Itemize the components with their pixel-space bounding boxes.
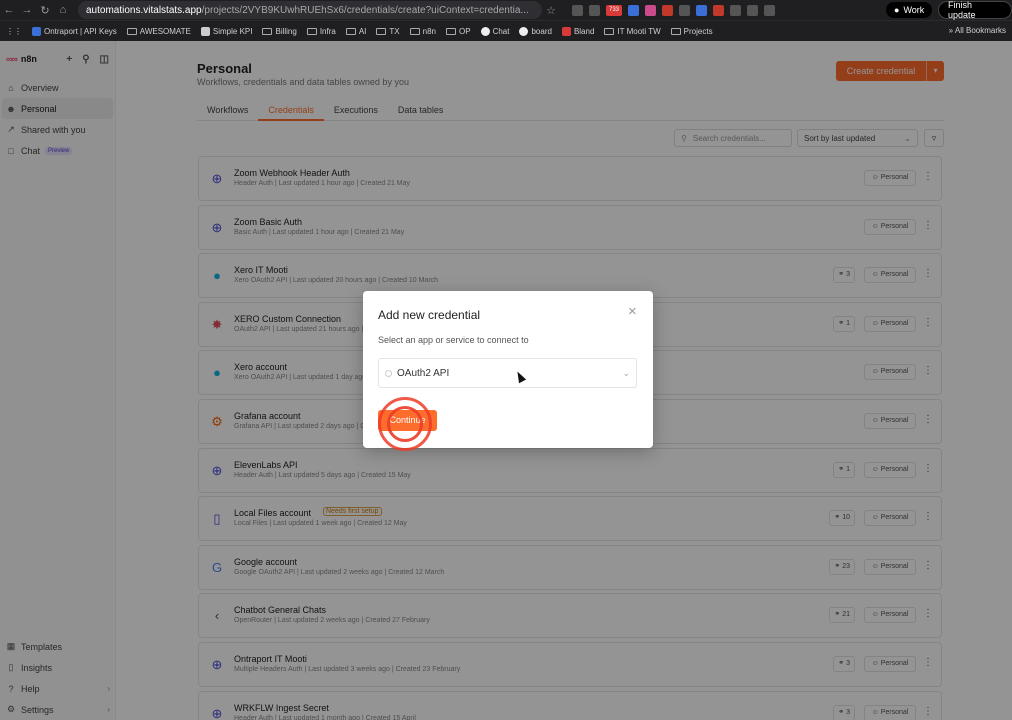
extension-icon[interactable] (679, 4, 690, 16)
extension-icon[interactable] (662, 4, 673, 16)
folder-icon (262, 27, 273, 35)
bookmarks-bar: ⋮⋮ Ontraport | API Keys AWESOMATE Simple… (0, 20, 1012, 41)
extension-icon[interactable] (628, 4, 639, 16)
oauth-icon (385, 369, 392, 377)
bookmark-item[interactable]: Billing (262, 26, 297, 36)
bookmark-favicon-icon (561, 26, 571, 36)
bookmark-favicon-icon (519, 26, 529, 36)
selected-value: OAuth2 API (397, 367, 450, 379)
extensions: 733 (572, 4, 775, 16)
all-bookmarks[interactable]: » All Bookmarks (949, 26, 1006, 35)
bookmark-star-icon[interactable]: ☆ (542, 4, 560, 17)
extension-icon[interactable] (747, 4, 758, 16)
bookmark-item[interactable]: Infra (306, 26, 336, 36)
extension-icon[interactable] (645, 4, 656, 16)
folder-icon (345, 27, 356, 35)
profile-avatar-icon: ● (894, 5, 900, 15)
folder-icon (376, 27, 387, 35)
profile-button[interactable]: ● Work (886, 2, 933, 18)
close-icon[interactable]: ✕ (628, 305, 637, 318)
bookmark-label: Bland (573, 26, 595, 36)
bookmark-favicon-icon (200, 26, 210, 36)
bookmark-label: Billing (275, 26, 297, 36)
url-path: /projects/2VYB9KUwhRUEhSx6/credentials/c… (201, 4, 529, 16)
home-icon[interactable]: ⌂ (54, 4, 72, 16)
extension-icon[interactable] (572, 4, 583, 16)
bookmark-label: Infra (319, 26, 336, 36)
bookmark-item[interactable]: Ontraport | API Keys (32, 26, 117, 36)
bookmark-label: n8n (422, 26, 436, 36)
profile-label: Work (903, 5, 925, 15)
extension-icon[interactable] (589, 4, 600, 16)
extension-icon[interactable] (730, 4, 741, 16)
folder-icon (126, 27, 137, 35)
modal-title: Add new credential (378, 308, 481, 322)
bookmark-item[interactable]: IT Mooti TW (604, 26, 661, 36)
folder-icon (670, 27, 681, 35)
extension-icon[interactable] (696, 4, 707, 16)
extension-badge[interactable]: 733 (606, 4, 622, 16)
click-indicator (387, 406, 423, 442)
bookmark-label: Simple KPI (212, 26, 253, 36)
bookmark-label: TX (389, 26, 400, 36)
bookmark-favicon-icon (32, 26, 41, 36)
reload-icon[interactable]: ↻ (36, 4, 54, 17)
extension-icon[interactable] (764, 4, 775, 16)
bookmark-item[interactable]: Bland (561, 26, 595, 36)
all-bookmarks-label: All Bookmarks (954, 26, 1006, 35)
bookmark-favicon-icon (480, 26, 490, 36)
bookmark-item[interactable]: AI (345, 26, 367, 36)
url-host: automations.vitalstats.app (86, 4, 202, 16)
bookmark-label: Chat (492, 26, 510, 36)
bookmark-label: board (531, 26, 552, 36)
modal-description: Select an app or service to connect to (378, 335, 529, 345)
app-service-select[interactable]: OAuth2 API ⌄ (378, 358, 637, 388)
bookmark-label: Ontraport | API Keys (44, 26, 117, 36)
bookmark-label: AWESOMATE (139, 26, 191, 36)
bookmark-item[interactable]: TX (376, 26, 400, 36)
folder-icon (306, 27, 317, 35)
apps-icon[interactable]: ⋮⋮ (6, 27, 22, 36)
bookmark-label: AI (358, 26, 367, 36)
forward-icon[interactable]: → (18, 4, 36, 16)
bookmark-label: OP (459, 26, 471, 36)
bookmark-item[interactable]: OP (446, 27, 471, 36)
bookmark-label: IT Mooti TW (617, 26, 661, 36)
bookmark-item[interactable]: n8n (409, 26, 436, 36)
bookmark-item[interactable]: Projects (670, 26, 713, 36)
extension-icon[interactable] (713, 4, 724, 16)
address-bar[interactable]: automations.vitalstats.app/projects/2VYB… (78, 1, 542, 19)
bookmark-item[interactable]: board (519, 26, 552, 36)
finish-update-button[interactable]: Finish update (938, 0, 1012, 20)
folder-icon (446, 27, 456, 35)
bookmark-item[interactable]: Chat (480, 26, 510, 36)
back-icon[interactable]: ← (0, 4, 18, 16)
chevron-down-icon: ⌄ (622, 367, 630, 378)
bookmark-item[interactable]: AWESOMATE (126, 26, 191, 36)
browser-toolbar: ← → ↻ ⌂ automations.vitalstats.app/proje… (0, 0, 1012, 20)
folder-icon (409, 27, 420, 35)
bookmark-item[interactable]: Simple KPI (200, 26, 253, 36)
bookmark-label: Projects (683, 26, 713, 36)
folder-icon (604, 27, 615, 35)
